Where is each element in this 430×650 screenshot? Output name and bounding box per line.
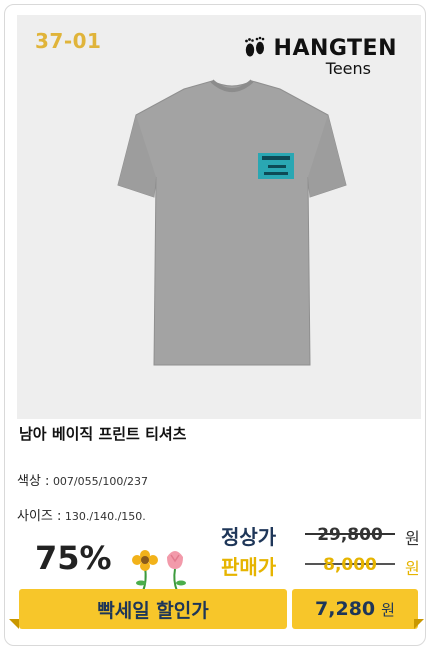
- size-label: 사이즈 :: [17, 509, 62, 524]
- size-row: 사이즈 : 130./140./150.: [17, 505, 146, 524]
- color-value: 007/055/100/237: [52, 475, 149, 488]
- banner-fold-right: [414, 619, 424, 629]
- product-code: 37-01: [35, 29, 102, 53]
- sale-price: 8,000: [323, 555, 377, 575]
- product-title: 남아 베이직 프린트 티셔츠: [19, 425, 187, 443]
- sale-price-label: 판매가: [221, 555, 277, 579]
- size-value: 130./140./150.: [64, 510, 146, 523]
- color-row: 색상 : 007/055/100/237: [17, 470, 148, 489]
- super-sale-banner[interactable]: 빡세일 할인가: [19, 589, 287, 629]
- color-label: 색상 :: [17, 474, 50, 489]
- footprints-icon: [244, 36, 264, 57]
- discount-rate: 75%: [35, 539, 112, 577]
- product-image[interactable]: 37-01 HANGTEN Teens: [17, 15, 421, 419]
- banner-fold-left: [9, 619, 19, 629]
- chest-print: [258, 153, 294, 179]
- super-sale-currency: 원: [381, 600, 395, 619]
- super-sale-label: 빡세일 할인가: [97, 599, 209, 622]
- regular-price: 29,800: [317, 525, 383, 545]
- super-sale-price: 7,280: [315, 598, 376, 620]
- super-sale-price-box[interactable]: 7,280 원: [292, 589, 418, 629]
- brand-logo: HANGTEN Teens: [242, 35, 397, 78]
- sale-currency: 원: [405, 559, 420, 578]
- flowers-icon: [132, 550, 186, 592]
- regular-price-label: 정상가: [221, 525, 277, 549]
- brand-name: HANGTEN: [273, 35, 397, 61]
- product-card[interactable]: 37-01 HANGTEN Teens 남아 베이직 프린트 티셔츠 색상: …: [4, 4, 426, 646]
- tshirt-image: [117, 79, 347, 366]
- regular-currency: 원: [405, 529, 420, 548]
